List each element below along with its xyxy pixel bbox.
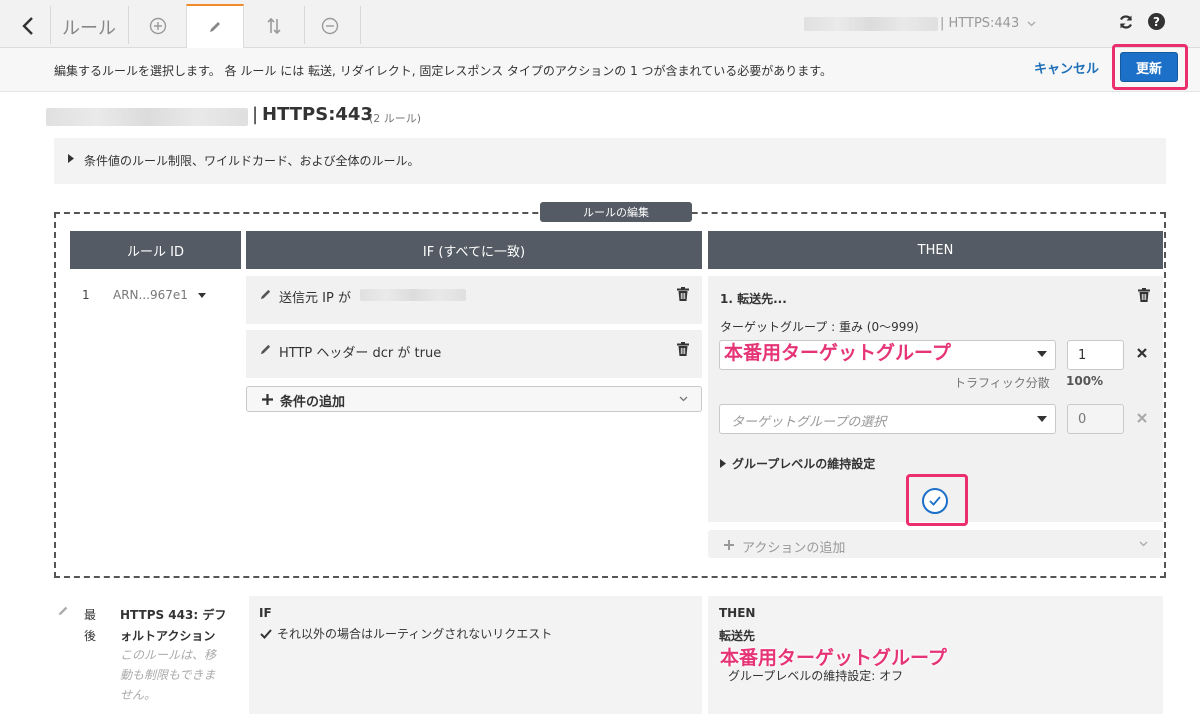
default-if-header: IF (259, 606, 272, 620)
redacted-load-balancer-name (46, 108, 248, 126)
divider (360, 6, 361, 44)
pencil-icon[interactable] (259, 343, 272, 356)
redacted-ip-value (360, 289, 466, 301)
caret-right-icon[interactable] (720, 459, 726, 468)
add-condition-label: 条件の追加 (280, 395, 346, 410)
stickiness-toggle[interactable]: グループレベルの維持設定 (732, 455, 875, 472)
traffic-value: 100% (1066, 374, 1104, 388)
default-rule-description: このルールは、移 動も制限もできま せん。 (120, 645, 216, 705)
default-rule-order-line: 最 (84, 608, 97, 622)
confirm-action-button[interactable] (922, 488, 948, 514)
listener-selector[interactable]: | HTTPS:443 (940, 16, 1036, 31)
limits-note-text: 条件値のルール制限、ワイルドカード、および全体のルール。 (84, 154, 420, 168)
trash-icon[interactable] (677, 342, 689, 356)
minus-circle-icon (321, 17, 339, 35)
instruction-text: 編集するルールを選択します。 各 ルール には 転送, リダイレクト, 固定レス… (54, 64, 832, 78)
default-rule-if (249, 596, 702, 714)
default-rule-desc-line: このルールは、移 (120, 648, 217, 662)
pencil-icon[interactable] (259, 288, 272, 301)
default-rule-order: 最 後 (84, 605, 96, 647)
default-then-action: 転送先 (719, 629, 756, 643)
condition-http-header: HTTP ヘッダー dcr が true (279, 346, 442, 361)
column-header-if: IF (すべてに一致) (246, 231, 702, 269)
traffic-label: トラフィック分散 (954, 376, 1050, 390)
default-rule-desc-line: せん。 (120, 688, 157, 702)
rule-count: (2 ルール) (369, 112, 422, 125)
caret-down-icon (1037, 416, 1047, 422)
back-button[interactable] (8, 5, 48, 47)
default-if-text: それ以外の場合はルーティングされないリクエスト (277, 627, 553, 641)
add-action-label: アクションの追加 (742, 541, 846, 556)
chevron-down-icon (679, 396, 688, 402)
condition-source-ip: 送信元 IP が (279, 291, 351, 306)
column-header-then: THEN (708, 231, 1163, 269)
action-title: 1. 転送先... (720, 292, 787, 306)
chevron-down-icon (1139, 541, 1148, 547)
cancel-button[interactable]: キャンセル (1034, 58, 1099, 77)
reorder-arrows-icon (267, 17, 281, 35)
close-icon[interactable] (1137, 413, 1147, 423)
pencil-icon (210, 22, 220, 32)
weight-input-2[interactable]: 0 (1067, 404, 1124, 434)
refresh-icon (1119, 15, 1133, 29)
redacted-load-balancer-name (804, 17, 938, 31)
heading-separator: | (252, 104, 259, 125)
default-rule-name-line: HTTPS 443: デフ (120, 608, 227, 622)
target-group-placeholder: ターゲットグループの選択 (731, 415, 887, 430)
help-icon[interactable]: ? (1148, 13, 1165, 30)
divider (50, 6, 51, 44)
plus-icon (724, 540, 734, 550)
rules-tab-title: ルール (62, 18, 116, 39)
check-icon (929, 496, 941, 506)
default-rule-name-line: ォルトアクション (120, 629, 216, 643)
weight-label: ターゲットグループ : 重み (0〜999) (720, 320, 919, 334)
weight-input[interactable]: 1 (1067, 340, 1124, 370)
default-rule-order-line: 後 (84, 629, 97, 643)
plus-icon (262, 394, 273, 405)
rule-arn-text: ARN...967e1 (113, 288, 188, 302)
default-rule-desc-line: 動も制限もできま (120, 668, 216, 682)
divider (128, 6, 129, 44)
listener-label: | HTTPS:443 (940, 16, 1020, 31)
add-rule-tab[interactable] (130, 6, 186, 46)
rule-number: 1 (82, 288, 90, 302)
caret-down-icon (1037, 351, 1047, 357)
pencil-icon (58, 606, 68, 616)
check-icon (260, 629, 272, 639)
refresh-button[interactable] (1118, 14, 1134, 34)
column-header-rule-id: ルール ID (70, 231, 241, 269)
close-icon[interactable] (1137, 348, 1147, 358)
delete-rules-tab[interactable] (302, 6, 358, 46)
trash-icon[interactable] (1138, 288, 1150, 302)
default-then-header: THEN (719, 606, 756, 620)
edit-rules-tab[interactable] (186, 4, 244, 48)
default-then-target: 本番用ターゲットグループ (720, 647, 947, 669)
edit-section-label: ルールの編集 (540, 202, 692, 222)
rule-arn[interactable]: ARN...967e1 (113, 288, 206, 302)
page-title: HTTPS:443 (262, 104, 373, 125)
reorder-rules-tab[interactable] (246, 6, 302, 46)
caret-right-icon (68, 154, 74, 163)
plus-circle-icon (149, 17, 167, 35)
caret-down-icon (197, 293, 206, 298)
update-button[interactable]: 更新 (1120, 52, 1178, 82)
chevron-left-icon (22, 17, 33, 35)
chevron-down-icon (1027, 21, 1036, 27)
default-rule-name: HTTPS 443: デフ ォルトアクション (120, 605, 226, 647)
trash-icon[interactable] (677, 287, 689, 301)
target-group-value: 本番用ターゲットグループ (724, 342, 951, 364)
